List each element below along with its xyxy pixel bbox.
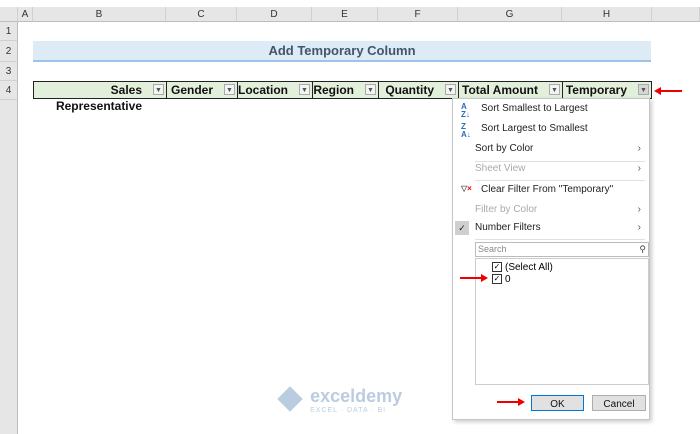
- filter-dropdown-button[interactable]: ▼: [365, 84, 376, 95]
- chevron-right-icon: ›: [637, 163, 641, 174]
- header-location: Location ▼: [237, 81, 313, 99]
- row-header-2[interactable]: 2: [0, 41, 18, 62]
- sheet-title: Add Temporary Column: [33, 41, 651, 62]
- header-quantity: Quantity ▼: [378, 81, 459, 99]
- chevron-right-icon: ›: [637, 222, 641, 233]
- header-label: Region: [313, 83, 354, 97]
- filter-values-list: ✓ (Select All) ✓ 0: [475, 258, 649, 385]
- col-header-h[interactable]: H: [562, 7, 652, 22]
- col-header-c[interactable]: C: [166, 7, 237, 22]
- menu-sort-desc[interactable]: Z A↓ Sort Largest to Smallest: [453, 120, 649, 139]
- item-label: (Select All): [505, 262, 553, 273]
- header-total-amount: Total Amount ▼: [458, 81, 563, 99]
- exceldemy-watermark: exceldemy EXCEL · DATA · BI: [277, 386, 402, 414]
- menu-label: Clear Filter From "Temporary": [481, 184, 614, 195]
- col-header-b[interactable]: B: [33, 7, 166, 22]
- row-header-4[interactable]: 4: [0, 81, 18, 100]
- ok-button[interactable]: OK: [531, 395, 584, 411]
- filter-dropdown-button[interactable]: ▼: [224, 84, 235, 95]
- header-label: Gender: [170, 83, 213, 97]
- menu-label: Sort Smallest to Largest: [481, 103, 588, 114]
- red-arrow-icon: [460, 274, 488, 282]
- clear-filter-icon: ▽×: [461, 184, 472, 193]
- check-icon: ✓: [455, 221, 469, 235]
- red-arrow-icon: [660, 90, 682, 92]
- select-all-checkbox[interactable]: ✓ (Select All): [492, 262, 553, 273]
- row-header-1[interactable]: 1: [0, 22, 18, 41]
- value-0-checkbox[interactable]: ✓ 0: [492, 274, 511, 285]
- select-all-corner[interactable]: [0, 7, 18, 22]
- header-temporary: Temporary ▼: [562, 81, 652, 99]
- filter-dropdown-button[interactable]: ▼: [445, 84, 456, 95]
- search-input[interactable]: Search ⚲: [475, 242, 649, 257]
- col-header-d[interactable]: D: [237, 7, 312, 22]
- header-label: Location: [238, 83, 288, 97]
- col-header-a[interactable]: A: [18, 7, 33, 22]
- header-label: Temporary: [565, 83, 627, 97]
- item-label: 0: [505, 274, 511, 285]
- header-gender: Gender ▼: [166, 81, 238, 99]
- sort-za-icon: Z A↓: [461, 122, 471, 139]
- menu-label: Sort Largest to Smallest: [481, 123, 588, 134]
- red-arrow-icon: [497, 398, 525, 406]
- watermark-name: exceldemy: [310, 386, 403, 406]
- filter-dropdown-button[interactable]: ▼: [153, 84, 164, 95]
- header-label: Quantity: [385, 83, 434, 97]
- filter-menu: A Z↓ Sort Smallest to Largest Z A↓ Sort Larg…: [452, 98, 650, 420]
- menu-sort-by-color[interactable]: Sort by Color ›: [453, 140, 649, 158]
- logo-icon: [277, 386, 303, 412]
- menu-label: Sort by Color: [475, 143, 534, 154]
- menu-label: Filter by Color: [475, 204, 538, 215]
- menu-sheet-view: Sheet View ›: [453, 160, 649, 178]
- watermark-tagline: EXCEL · DATA · BI: [310, 407, 387, 414]
- col-header-i[interactable]: [652, 7, 700, 22]
- menu-label: Number Filters: [475, 222, 541, 233]
- menu-filter-by-color: Filter by Color ›: [453, 201, 649, 219]
- header-region: Region ▼: [312, 81, 379, 99]
- col-header-g[interactable]: G: [458, 7, 562, 22]
- header-label: Total Amount: [462, 83, 538, 97]
- menu-number-filters[interactable]: ✓ Number Filters ›: [453, 219, 649, 237]
- filter-active-dropdown-button[interactable]: ▼: [638, 84, 649, 95]
- filter-dropdown-button[interactable]: ▼: [299, 84, 310, 95]
- sort-az-icon: A Z↓: [461, 102, 470, 119]
- cancel-button[interactable]: Cancel: [592, 395, 646, 411]
- search-icon: ⚲: [639, 244, 646, 254]
- chevron-right-icon: ›: [637, 204, 641, 215]
- filter-dropdown-button[interactable]: ▼: [549, 84, 560, 95]
- header-label: Sales Representative: [55, 83, 142, 113]
- checkbox-checked-icon: ✓: [492, 262, 502, 273]
- col-header-f[interactable]: F: [378, 7, 458, 22]
- col-header-e[interactable]: E: [312, 7, 378, 22]
- row-header-3[interactable]: 3: [0, 62, 18, 81]
- header-sales-rep: Sales Representative ▼: [33, 81, 167, 113]
- search-placeholder: Search: [478, 244, 507, 254]
- menu-sort-asc[interactable]: A Z↓ Sort Smallest to Largest: [453, 100, 649, 119]
- menu-label: Sheet View: [475, 163, 526, 174]
- chevron-right-icon: ›: [637, 143, 641, 154]
- row-header-area: [0, 100, 18, 434]
- menu-clear-filter[interactable]: ▽× Clear Filter From "Temporary": [453, 181, 649, 199]
- checkbox-checked-icon: ✓: [492, 274, 502, 285]
